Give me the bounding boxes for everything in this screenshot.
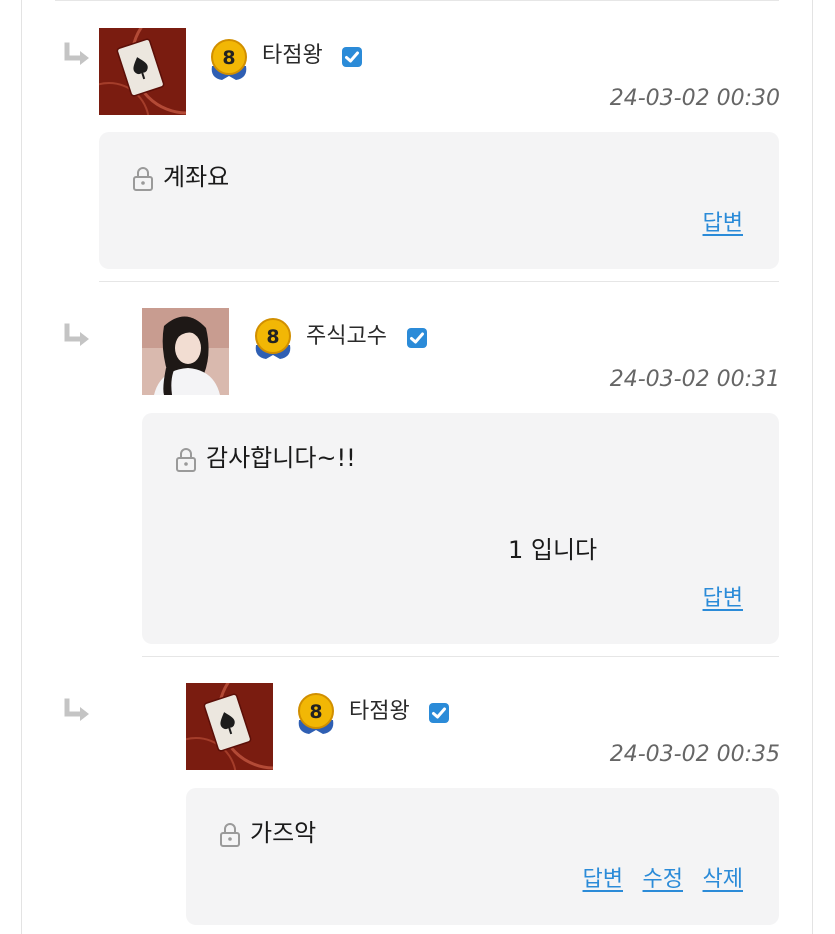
avatar[interactable] (99, 28, 186, 115)
level-badge-icon: 8 (211, 39, 247, 80)
avatar[interactable] (186, 683, 273, 770)
level-number: 8 (309, 701, 322, 723)
lock-icon (133, 167, 153, 191)
reply-arrow-icon (64, 698, 89, 721)
comment-body: 계좌요 답변 (99, 132, 779, 269)
level-number: 8 (222, 47, 235, 69)
comment-thread: 8 타점왕 24-03-02 00:30 계좌요 답변 8 주식고수 24-03… (0, 0, 835, 934)
avatar-card-image (99, 28, 186, 115)
author-name[interactable]: 주식고수 (306, 323, 387, 351)
verified-check-icon (407, 328, 427, 348)
level-number: 8 (266, 326, 279, 348)
comment-text: 계좌요 (163, 163, 230, 191)
author-name[interactable]: 타점왕 (262, 42, 323, 70)
comment-text: 감사합니다~!! (206, 444, 356, 472)
comment-item: 8 주식고수 24-03-02 00:31 감사합니다~!! 1 입니다 답변 (0, 281, 835, 656)
reply-arrow-icon (64, 42, 89, 65)
delete-button[interactable]: 삭제 (703, 866, 743, 894)
reply-button[interactable]: 답변 (583, 866, 623, 894)
edit-button[interactable]: 수정 (643, 866, 683, 894)
reply-button[interactable]: 답변 (703, 585, 743, 613)
avatar[interactable] (142, 308, 229, 395)
comment-timestamp: 24-03-02 00:30 (609, 86, 780, 111)
comment-timestamp: 24-03-02 00:35 (609, 742, 780, 767)
comment-item: 8 타점왕 24-03-02 00:35 가즈악 답변 수정 삭제 (0, 656, 835, 934)
avatar-photo-image (142, 308, 229, 395)
verified-check-icon (342, 47, 362, 67)
reply-arrow-icon (64, 323, 89, 346)
author-name[interactable]: 타점왕 (349, 698, 410, 726)
comment-text-line: 1 입니다 (508, 536, 598, 564)
comment-timestamp: 24-03-02 00:31 (609, 367, 780, 392)
avatar-card-image (186, 683, 273, 770)
reply-button[interactable]: 답변 (703, 210, 743, 238)
lock-icon (176, 448, 196, 472)
comment-text: 가즈악 (250, 819, 317, 847)
verified-check-icon (429, 703, 449, 723)
comment-item: 8 타점왕 24-03-02 00:30 계좌요 답변 (0, 0, 835, 280)
comment-body: 감사합니다~!! 1 입니다 답변 (142, 413, 779, 644)
level-badge-icon: 8 (255, 318, 291, 359)
lock-icon (220, 823, 240, 847)
comment-body: 가즈악 답변 수정 삭제 (186, 788, 779, 925)
level-badge-icon: 8 (298, 693, 334, 734)
